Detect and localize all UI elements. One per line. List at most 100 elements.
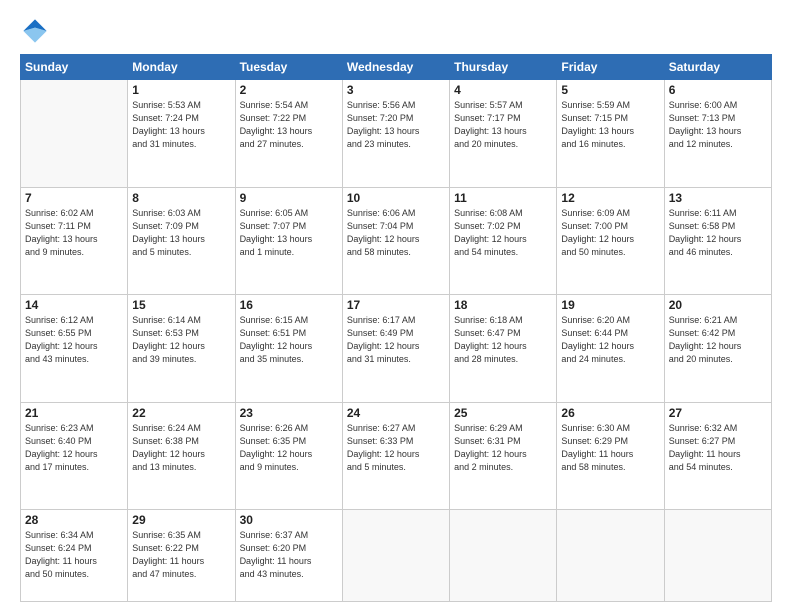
day-info: Sunrise: 5:59 AM Sunset: 7:15 PM Dayligh… <box>561 99 659 151</box>
day-info: Sunrise: 6:00 AM Sunset: 7:13 PM Dayligh… <box>669 99 767 151</box>
calendar-day-cell: 28Sunrise: 6:34 AM Sunset: 6:24 PM Dayli… <box>21 510 128 602</box>
day-number: 24 <box>347 406 445 420</box>
calendar-day-cell: 27 Sunrise: 6:32 AM Sunset: 6:27 PM Dayli… <box>664 402 771 510</box>
calendar-day-cell <box>557 510 664 602</box>
calendar-day-cell: 3 Sunrise: 5:56 AM Sunset: 7:20 PM Daylig… <box>342 80 449 188</box>
calendar-day-cell: 7Sunrise: 6:02 AM Sunset: 7:11 PM Daylig… <box>21 187 128 295</box>
calendar-day-cell: 9Sunrise: 6:05 AM Sunset: 7:07 PM Daylig… <box>235 187 342 295</box>
day-number: 3 <box>347 83 445 97</box>
weekday-header-monday: Monday <box>128 55 235 80</box>
day-number: 1 <box>132 83 230 97</box>
day-info: Sunrise: 6:24 AM Sunset: 6:38 PM Dayligh… <box>132 422 230 474</box>
day-number: 14 <box>25 298 123 312</box>
calendar-day-cell: 4Sunrise: 5:57 AM Sunset: 7:17 PM Daylig… <box>450 80 557 188</box>
calendar-day-cell: 22 Sunrise: 6:24 AM Sunset: 6:38 PM Dayli… <box>128 402 235 510</box>
day-info: Sunrise: 6:17 AM Sunset: 6:49 PM Dayligh… <box>347 314 445 366</box>
calendar-day-cell: 11Sunrise: 6:08 AM Sunset: 7:02 PM Dayli… <box>450 187 557 295</box>
calendar-week-row: 1 Sunrise: 5:53 AM Sunset: 7:24 PM Daylig… <box>21 80 772 188</box>
calendar-week-row: 14 Sunrise: 6:12 AM Sunset: 6:55 PM Dayli… <box>21 295 772 403</box>
day-number: 9 <box>240 191 338 205</box>
day-number: 2 <box>240 83 338 97</box>
calendar-day-cell: 19 Sunrise: 6:20 AM Sunset: 6:44 PM Dayli… <box>557 295 664 403</box>
day-info: Sunrise: 6:20 AM Sunset: 6:44 PM Dayligh… <box>561 314 659 366</box>
calendar-day-cell: 18 Sunrise: 6:18 AM Sunset: 6:47 PM Dayli… <box>450 295 557 403</box>
day-info: Sunrise: 5:53 AM Sunset: 7:24 PM Dayligh… <box>132 99 230 151</box>
day-number: 6 <box>669 83 767 97</box>
calendar-day-cell: 2Sunrise: 5:54 AM Sunset: 7:22 PM Daylig… <box>235 80 342 188</box>
day-info: Sunrise: 6:03 AM Sunset: 7:09 PM Dayligh… <box>132 207 230 259</box>
day-number: 12 <box>561 191 659 205</box>
day-number: 8 <box>132 191 230 205</box>
day-info: Sunrise: 6:12 AM Sunset: 6:55 PM Dayligh… <box>25 314 123 366</box>
calendar-day-cell: 26 Sunrise: 6:30 AM Sunset: 6:29 PM Dayli… <box>557 402 664 510</box>
day-number: 10 <box>347 191 445 205</box>
day-info: Sunrise: 6:21 AM Sunset: 6:42 PM Dayligh… <box>669 314 767 366</box>
day-number: 23 <box>240 406 338 420</box>
page: SundayMondayTuesdayWednesdayThursdayFrid… <box>0 0 792 612</box>
day-number: 27 <box>669 406 767 420</box>
day-number: 21 <box>25 406 123 420</box>
day-number: 17 <box>347 298 445 312</box>
calendar-table: SundayMondayTuesdayWednesdayThursdayFrid… <box>20 54 772 602</box>
day-number: 7 <box>25 191 123 205</box>
day-info: Sunrise: 6:37 AM Sunset: 6:20 PM Dayligh… <box>240 529 338 581</box>
calendar-day-cell: 25 Sunrise: 6:29 AM Sunset: 6:31 PM Dayli… <box>450 402 557 510</box>
day-number: 16 <box>240 298 338 312</box>
calendar-day-cell: 14 Sunrise: 6:12 AM Sunset: 6:55 PM Dayli… <box>21 295 128 403</box>
calendar-day-cell: 17 Sunrise: 6:17 AM Sunset: 6:49 PM Dayli… <box>342 295 449 403</box>
day-info: Sunrise: 5:57 AM Sunset: 7:17 PM Dayligh… <box>454 99 552 151</box>
day-info: Sunrise: 6:29 AM Sunset: 6:31 PM Dayligh… <box>454 422 552 474</box>
day-info: Sunrise: 5:56 AM Sunset: 7:20 PM Dayligh… <box>347 99 445 151</box>
calendar-day-cell: 20 Sunrise: 6:21 AM Sunset: 6:42 PM Dayli… <box>664 295 771 403</box>
weekday-header-row: SundayMondayTuesdayWednesdayThursdayFrid… <box>21 55 772 80</box>
calendar-day-cell <box>450 510 557 602</box>
calendar-day-cell: 10Sunrise: 6:06 AM Sunset: 7:04 PM Dayli… <box>342 187 449 295</box>
calendar-day-cell: 1 Sunrise: 5:53 AM Sunset: 7:24 PM Daylig… <box>128 80 235 188</box>
weekday-header-saturday: Saturday <box>664 55 771 80</box>
day-number: 29 <box>132 513 230 527</box>
calendar-day-cell <box>664 510 771 602</box>
calendar-day-cell: 30 Sunrise: 6:37 AM Sunset: 6:20 PM Dayli… <box>235 510 342 602</box>
day-info: Sunrise: 6:27 AM Sunset: 6:33 PM Dayligh… <box>347 422 445 474</box>
day-info: Sunrise: 6:14 AM Sunset: 6:53 PM Dayligh… <box>132 314 230 366</box>
weekday-header-thursday: Thursday <box>450 55 557 80</box>
weekday-header-wednesday: Wednesday <box>342 55 449 80</box>
calendar-day-cell: 16 Sunrise: 6:15 AM Sunset: 6:51 PM Dayli… <box>235 295 342 403</box>
calendar-day-cell: 12 Sunrise: 6:09 AM Sunset: 7:00 PM Dayli… <box>557 187 664 295</box>
calendar-day-cell: 6 Sunrise: 6:00 AM Sunset: 7:13 PM Daylig… <box>664 80 771 188</box>
day-number: 13 <box>669 191 767 205</box>
calendar-day-cell: 29 Sunrise: 6:35 AM Sunset: 6:22 PM Dayli… <box>128 510 235 602</box>
logo-icon <box>20 16 50 46</box>
day-number: 25 <box>454 406 552 420</box>
header <box>20 16 772 46</box>
calendar-day-cell: 21 Sunrise: 6:23 AM Sunset: 6:40 PM Dayli… <box>21 402 128 510</box>
weekday-header-sunday: Sunday <box>21 55 128 80</box>
calendar-day-cell: 15 Sunrise: 6:14 AM Sunset: 6:53 PM Dayli… <box>128 295 235 403</box>
day-number: 19 <box>561 298 659 312</box>
weekday-header-tuesday: Tuesday <box>235 55 342 80</box>
calendar-week-row: 21 Sunrise: 6:23 AM Sunset: 6:40 PM Dayli… <box>21 402 772 510</box>
day-number: 18 <box>454 298 552 312</box>
day-info: Sunrise: 6:15 AM Sunset: 6:51 PM Dayligh… <box>240 314 338 366</box>
day-info: Sunrise: 6:32 AM Sunset: 6:27 PM Dayligh… <box>669 422 767 474</box>
day-info: Sunrise: 6:18 AM Sunset: 6:47 PM Dayligh… <box>454 314 552 366</box>
day-info: Sunrise: 6:11 AM Sunset: 6:58 PM Dayligh… <box>669 207 767 259</box>
day-number: 26 <box>561 406 659 420</box>
calendar-week-row: 7Sunrise: 6:02 AM Sunset: 7:11 PM Daylig… <box>21 187 772 295</box>
logo <box>20 16 54 46</box>
calendar-week-row: 28Sunrise: 6:34 AM Sunset: 6:24 PM Dayli… <box>21 510 772 602</box>
day-number: 15 <box>132 298 230 312</box>
day-info: Sunrise: 6:30 AM Sunset: 6:29 PM Dayligh… <box>561 422 659 474</box>
calendar-day-cell <box>342 510 449 602</box>
day-number: 22 <box>132 406 230 420</box>
day-info: Sunrise: 6:26 AM Sunset: 6:35 PM Dayligh… <box>240 422 338 474</box>
day-info: Sunrise: 6:08 AM Sunset: 7:02 PM Dayligh… <box>454 207 552 259</box>
day-number: 20 <box>669 298 767 312</box>
calendar-day-cell: 24 Sunrise: 6:27 AM Sunset: 6:33 PM Dayli… <box>342 402 449 510</box>
day-number: 30 <box>240 513 338 527</box>
calendar-day-cell <box>21 80 128 188</box>
day-info: Sunrise: 6:23 AM Sunset: 6:40 PM Dayligh… <box>25 422 123 474</box>
weekday-header-friday: Friday <box>557 55 664 80</box>
day-info: Sunrise: 6:09 AM Sunset: 7:00 PM Dayligh… <box>561 207 659 259</box>
day-info: Sunrise: 6:35 AM Sunset: 6:22 PM Dayligh… <box>132 529 230 581</box>
